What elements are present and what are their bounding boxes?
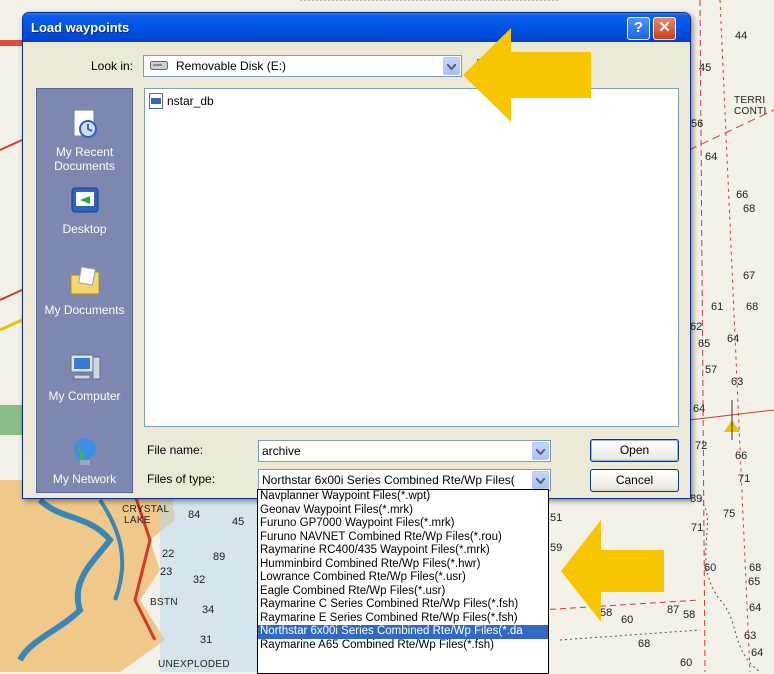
file-name-value: archive [262, 444, 301, 458]
file-type-option[interactable]: Raymarine A65 Combined Rte/Wp Files(*.fs… [258, 639, 548, 653]
file-type-option[interactable]: Geonav Waypoint Files(*.mrk) [258, 504, 548, 518]
depth-sounding: 71 [738, 473, 751, 485]
my-documents-icon [70, 266, 99, 295]
place-my-documents[interactable]: My Documents [37, 265, 132, 317]
depth-sounding: 63 [744, 630, 757, 642]
close-button[interactable]: ✕ [653, 17, 676, 40]
dialog-title: Load waypoints [31, 20, 130, 35]
depth-sounding: 22 [162, 548, 175, 560]
depth-sounding: 89 [213, 551, 226, 563]
chart-label-crystal: CRYSTAL [122, 504, 170, 515]
depth-sounding: 23 [160, 566, 173, 578]
look-in-dropdown-button[interactable] [443, 57, 460, 75]
my-computer-icon [70, 354, 100, 380]
chart-label-bstn: BSTN [150, 597, 178, 608]
file-name-input[interactable]: archive [258, 440, 551, 462]
chart-label-lake: LAKE [124, 515, 151, 526]
look-in-combo[interactable]: Removable Disk (E:) [143, 55, 462, 77]
depth-sounding: 89 [690, 493, 703, 505]
depth-sounding: 64 [693, 403, 706, 415]
recent-documents-icon [73, 109, 97, 138]
place-my-recent-documents[interactable]: My Recent Documents [37, 107, 132, 173]
depth-sounding: 31 [200, 634, 213, 646]
depth-sounding: 34 [202, 604, 215, 616]
files-of-type-label: Files of type: [147, 472, 216, 486]
depth-sounding: 56 [691, 118, 704, 130]
my-network-icon [73, 438, 96, 465]
depth-sounding: 63 [731, 376, 744, 388]
place-my-network[interactable]: My Network [37, 434, 132, 486]
file-type-option[interactable]: Furuno GP7000 Waypoint Files(*.mrk) [258, 517, 548, 531]
depth-sounding: 67 [743, 270, 756, 282]
depth-sounding: 68 [638, 638, 651, 650]
file-name: nstar_db [167, 94, 214, 108]
depth-sounding: 62 [690, 321, 703, 333]
chart-label-conti: CONTI [734, 106, 767, 117]
depth-sounding: 60 [704, 562, 717, 574]
depth-sounding: 61 [711, 301, 724, 313]
depth-sounding: 84 [188, 509, 201, 521]
file-type-option[interactable]: Northstar 6x00i Series Combined Rte/Wp F… [258, 625, 548, 639]
arrow-pointer-icon [561, 520, 664, 622]
files-of-type-value: Northstar 6x00i Series Combined Rte/Wp F… [262, 473, 515, 487]
chevron-down-icon [536, 478, 545, 484]
file-type-dropdown-list[interactable]: Navplanner Waypoint Files(*.wpt) Geonav W… [257, 489, 549, 674]
file-type-option[interactable]: Furuno NAVNET Combined Rte/Wp Files(*.ro… [258, 531, 548, 545]
depth-sounding: 57 [705, 364, 718, 376]
depth-sounding: 72 [695, 440, 708, 452]
depth-sounding: 66 [735, 450, 748, 462]
depth-sounding: 71 [691, 522, 704, 534]
file-type-option[interactable]: Humminbird Combined Rte/Wp Files(*.hwr) [258, 558, 548, 572]
look-in-value: Removable Disk (E:) [176, 59, 287, 73]
depth-sounding: 64 [727, 333, 740, 345]
file-name-label: File name: [147, 443, 204, 457]
depth-sounding: 66 [736, 189, 749, 201]
depth-sounding: 64 [705, 151, 718, 163]
chevron-down-icon [447, 64, 456, 70]
files-of-type-select[interactable]: Northstar 6x00i Series Combined Rte/Wp F… [258, 469, 551, 491]
look-in-label: Look in: [91, 59, 134, 73]
depth-sounding: 65 [748, 576, 761, 588]
chart-label-terri: TERRI [734, 95, 766, 106]
desktop-icon [71, 187, 98, 213]
depth-sounding: 64 [749, 602, 762, 614]
depth-sounding: 58 [683, 609, 696, 621]
depth-sounding: 45 [232, 516, 245, 528]
files-of-type-dropdown-button[interactable] [532, 471, 549, 489]
arrow-pointer-icon [463, 28, 591, 122]
cancel-button[interactable]: Cancel [590, 469, 679, 492]
removable-disk-icon [150, 61, 168, 70]
chevron-down-icon [536, 449, 545, 455]
depth-sounding: 65 [698, 338, 711, 350]
place-desktop[interactable]: Desktop [37, 184, 132, 236]
file-list[interactable]: nstar_db [144, 88, 679, 427]
file-type-option[interactable]: Raymarine RC400/435 Waypoint Files(*.mrk… [258, 544, 548, 558]
file-type-option[interactable]: Raymarine E Series Combined Rte/Wp Files… [258, 612, 548, 626]
depth-sounding: 68 [749, 562, 762, 574]
depth-sounding: 45 [699, 62, 712, 74]
depth-sounding: 68 [743, 203, 756, 215]
file-type-option[interactable]: Raymarine C Series Combined Rte/Wp Files… [258, 598, 548, 612]
chart-label-unexploded: UNEXPLODED [158, 659, 230, 670]
help-button[interactable]: ? [627, 17, 650, 40]
places-bar: My Recent Documents Desktop My Documents [36, 88, 133, 493]
depth-sounding: 44 [735, 30, 748, 42]
file-name-dropdown-button[interactable] [532, 442, 549, 460]
file-item-nstar-db[interactable]: nstar_db [149, 93, 214, 109]
file-type-option[interactable]: Navplanner Waypoint Files(*.wpt) [258, 490, 548, 504]
depth-sounding: 64 [751, 647, 764, 659]
file-type-option[interactable]: Eagle Combined Rte/Wp Files(*.usr) [258, 585, 548, 599]
database-file-icon [149, 93, 163, 109]
depth-sounding: 75 [723, 508, 736, 520]
depth-sounding: 87 [667, 604, 680, 616]
open-button[interactable]: Open [590, 439, 679, 462]
place-my-computer[interactable]: My Computer [37, 351, 132, 403]
depth-sounding: 68 [746, 301, 759, 313]
file-type-option[interactable]: Lowrance Combined Rte/Wp Files(*.usr) [258, 571, 548, 585]
depth-sounding: 60 [680, 657, 693, 669]
depth-sounding: 32 [193, 574, 206, 586]
